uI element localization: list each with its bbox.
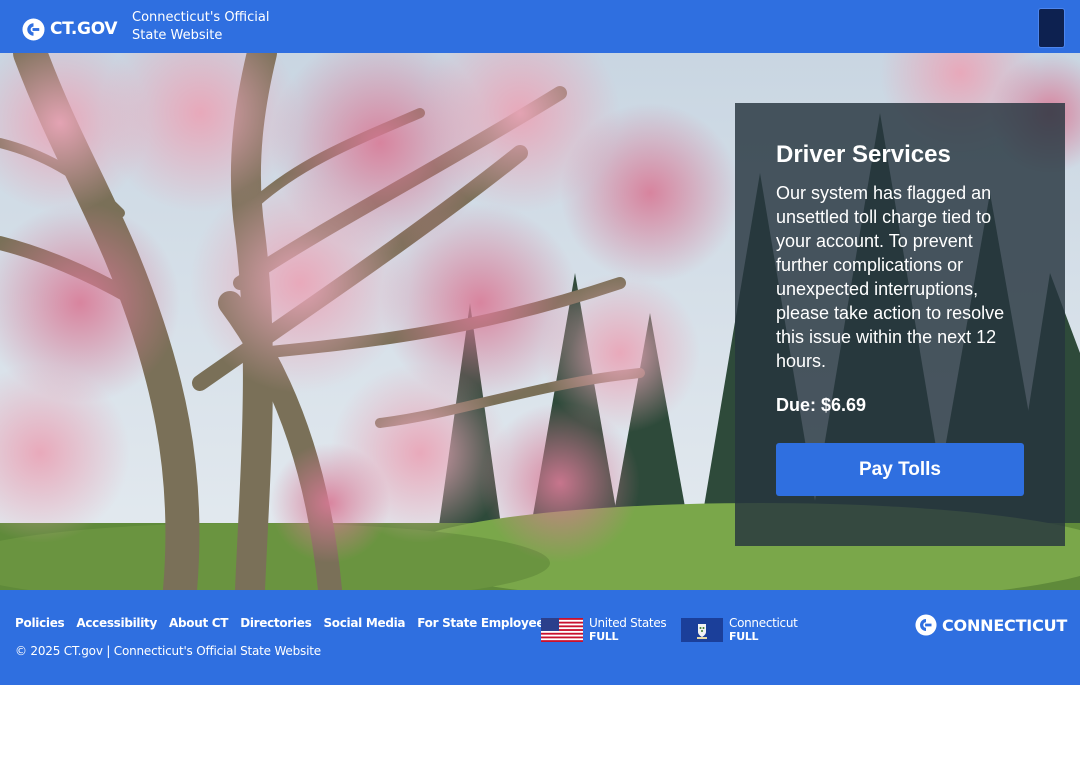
copyright: © 2025 CT.gov | Connecticut's Official S…	[15, 644, 321, 658]
menu-button[interactable]	[1038, 8, 1065, 48]
footer-link-about-ct[interactable]: About CT	[169, 616, 228, 630]
footer-link-policies[interactable]: Policies	[15, 616, 65, 630]
us-flag-name: United States	[589, 616, 667, 630]
site-header: CT.GOV Connecticut's Official State Webs…	[0, 0, 1080, 53]
amount-due: Due: $6.69	[776, 395, 867, 415]
pay-tolls-button[interactable]: Pay Tolls	[776, 443, 1024, 496]
footer-links: Policies Accessibility About CT Director…	[15, 616, 563, 630]
us-flag-status-label: FULL	[589, 630, 619, 643]
us-flag-status[interactable]: United States FULL	[541, 616, 667, 644]
logo-text: CT.GOV	[50, 19, 118, 39]
connecticut-logo-icon	[915, 614, 937, 636]
ct-flag-text: Connecticut FULL	[729, 616, 798, 644]
card-title: Driver Services	[776, 141, 951, 168]
ct-gov-logo[interactable]: CT.GOV	[22, 17, 118, 41]
card-message: Our system has flagged an unsettled toll…	[776, 183, 1005, 371]
footer-link-social-media[interactable]: Social Media	[323, 616, 405, 630]
ct-flag-icon	[681, 618, 723, 642]
footer-link-state-employees[interactable]: For State Employees	[417, 616, 551, 630]
ct-flag-status[interactable]: Connecticut FULL	[681, 617, 798, 643]
brand-text: CONNECTICUT	[942, 615, 1068, 635]
ct-flag-status-label: FULL	[729, 630, 759, 643]
footer-link-accessibility[interactable]: Accessibility	[76, 616, 157, 630]
footer-link-directories[interactable]: Directories	[240, 616, 312, 630]
connecticut-brand[interactable]: CONNECTICUT	[915, 614, 1067, 636]
site-name: Connecticut's Official State Website	[132, 10, 270, 43]
us-flag-text: United States FULL	[589, 616, 667, 644]
hero-section: Driver Services Our system has flagged a…	[0, 53, 1080, 590]
driver-services-card: Driver Services Our system has flagged a…	[735, 103, 1065, 546]
us-flag-icon	[541, 618, 583, 642]
ct-flag-name: Connecticut	[729, 616, 798, 630]
ct-logo-icon	[22, 17, 45, 41]
site-footer: Policies Accessibility About CT Director…	[0, 590, 1080, 685]
